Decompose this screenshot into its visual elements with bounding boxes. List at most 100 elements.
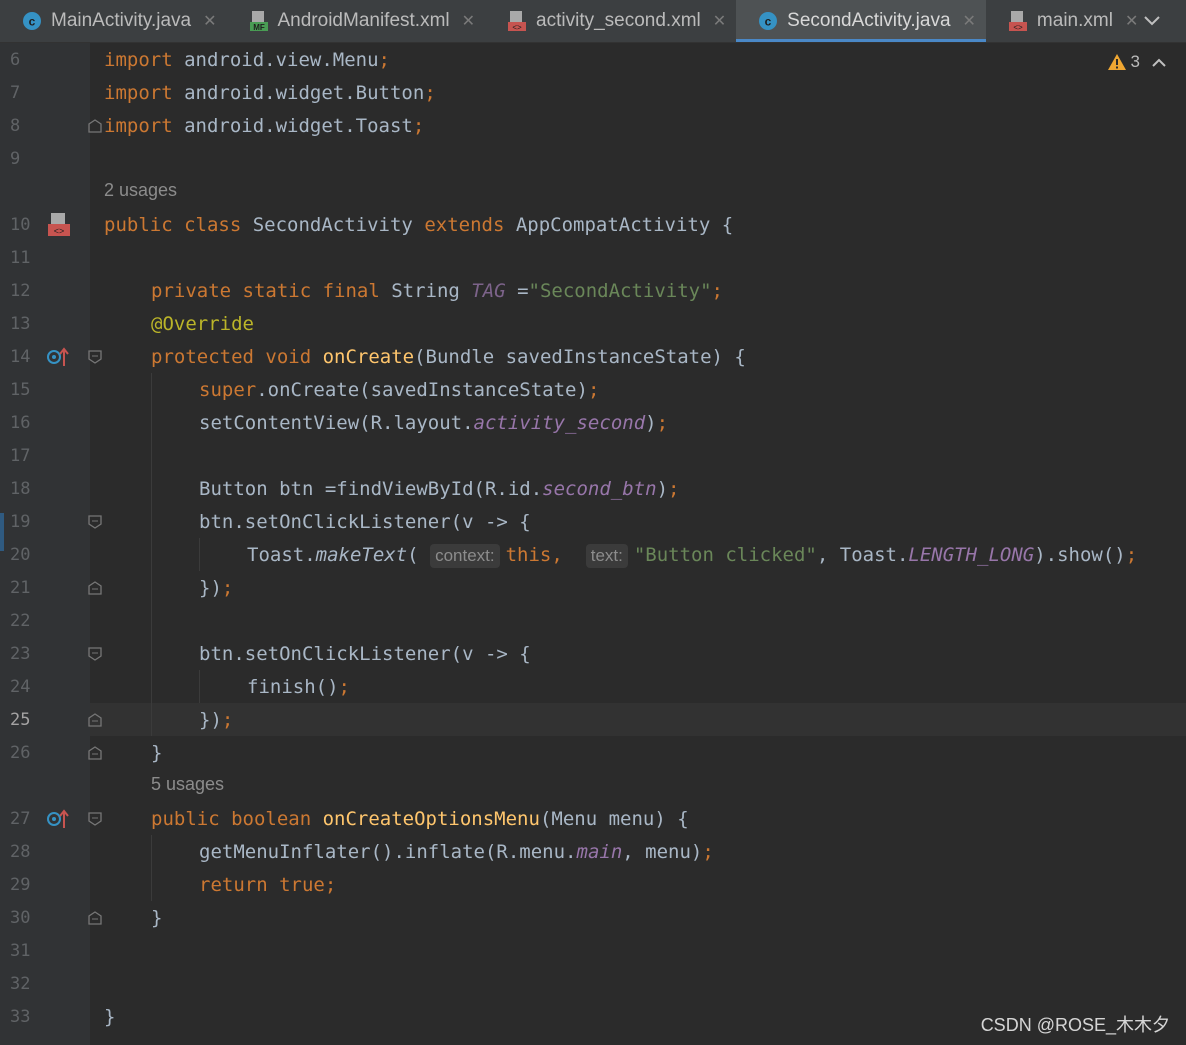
- related-layout-icon[interactable]: <>: [47, 212, 71, 242]
- code-line[interactable]: public boolean onCreateOptionsMenu(Menu …: [151, 803, 689, 836]
- fold-end-icon[interactable]: [88, 118, 102, 133]
- chevron-up-icon[interactable]: [1150, 54, 1168, 72]
- svg-text:c: c: [765, 15, 772, 29]
- code-line[interactable]: }: [151, 737, 162, 770]
- fold-end-icon[interactable]: [88, 745, 102, 760]
- editor-tab-bar: c MainActivity.java ✕ MF AndroidManifest…: [0, 0, 1186, 43]
- line-number: 29: [10, 875, 31, 895]
- layout-xml-icon: <>: [507, 11, 527, 32]
- line-number: 23: [10, 644, 31, 664]
- close-icon[interactable]: ✕: [203, 11, 216, 31]
- watermark: CSDN @ROSE_木木夕: [980, 1015, 1170, 1035]
- code-line-current[interactable]: });: [199, 704, 233, 737]
- tab-main-activity[interactable]: c MainActivity.java ✕: [0, 0, 227, 42]
- chevron-down-icon[interactable]: [1140, 9, 1164, 33]
- indent-guide: [151, 373, 152, 736]
- tab-label: MainActivity.java: [51, 10, 192, 31]
- line-number: 13: [10, 314, 31, 334]
- code-line[interactable]: btn.setOnClickListener(v -> {: [199, 638, 531, 671]
- line-number: 27: [10, 809, 31, 829]
- code-line[interactable]: return true;: [199, 869, 336, 902]
- usages-hint[interactable]: 5 usages: [151, 774, 224, 795]
- code-line[interactable]: Button btn =findViewById(R.id.second_btn…: [199, 473, 679, 506]
- code-line[interactable]: super.onCreate(savedInstanceState);: [199, 374, 599, 407]
- warning-count: 3: [1130, 52, 1140, 71]
- line-number: 20: [10, 545, 31, 565]
- fold-end-icon[interactable]: [88, 910, 102, 925]
- svg-text:<>: <>: [54, 226, 65, 236]
- svg-text:MF: MF: [253, 23, 265, 32]
- line-number: 30: [10, 908, 31, 928]
- code-line[interactable]: }: [151, 902, 162, 935]
- line-number: 12: [10, 281, 31, 301]
- line-number: 15: [10, 380, 31, 400]
- indent-guide: [199, 670, 200, 703]
- code-line[interactable]: @Override: [151, 308, 254, 341]
- tab-label: activity_second.xml: [536, 10, 701, 31]
- line-number: 17: [10, 446, 31, 466]
- line-number: 11: [10, 248, 31, 268]
- line-number: 18: [10, 479, 31, 499]
- close-icon[interactable]: ✕: [462, 11, 475, 31]
- line-number: 19: [10, 512, 31, 532]
- line-number: 31: [10, 941, 31, 961]
- close-icon[interactable]: ✕: [1125, 11, 1138, 31]
- line-number: 24: [10, 677, 31, 697]
- line-number: 28: [10, 842, 31, 862]
- layout-xml-icon: <>: [1008, 11, 1028, 32]
- code-line[interactable]: finish();: [247, 671, 350, 704]
- svg-text:<>: <>: [512, 23, 522, 32]
- tab-main-xml[interactable]: <> main.xml ✕: [986, 0, 1148, 42]
- fold-start-icon[interactable]: [88, 811, 102, 826]
- code-line[interactable]: btn.setOnClickListener(v -> {: [199, 506, 531, 539]
- current-line-highlight: [90, 703, 1186, 736]
- fold-end-icon[interactable]: [88, 712, 102, 727]
- code-line[interactable]: });: [199, 572, 233, 605]
- tab-label: main.xml: [1036, 10, 1113, 31]
- close-icon[interactable]: ✕: [713, 11, 726, 31]
- tab-second-activity[interactable]: c SecondActivity.java ✕: [736, 0, 986, 42]
- usages-hint[interactable]: 2 usages: [104, 180, 177, 201]
- line-number: 26: [10, 743, 31, 763]
- tab-activity-second-xml[interactable]: <> activity_second.xml ✕: [485, 0, 736, 42]
- fold-start-icon[interactable]: [88, 514, 102, 529]
- svg-text:<>: <>: [1013, 23, 1023, 32]
- override-method-icon[interactable]: [46, 346, 70, 372]
- line-number: 9: [10, 149, 21, 169]
- line-number: 21: [10, 578, 31, 598]
- line-number: 32: [10, 974, 31, 994]
- code-line[interactable]: protected void onCreate(Bundle savedInst…: [151, 341, 746, 374]
- warning-icon: [1107, 54, 1126, 70]
- code-line[interactable]: import android.view.Menu;: [104, 44, 390, 77]
- code-line[interactable]: import android.widget.Toast;: [104, 110, 424, 143]
- tab-android-manifest[interactable]: MF AndroidManifest.xml ✕: [227, 0, 486, 42]
- line-number: 6: [10, 50, 21, 70]
- line-number-current: 25: [10, 710, 31, 730]
- fold-start-icon[interactable]: [88, 646, 102, 661]
- indent-guide: [151, 835, 152, 901]
- param-hint: context:: [430, 544, 500, 568]
- line-number: 10: [10, 215, 31, 235]
- code-line[interactable]: import android.widget.Button;: [104, 77, 436, 110]
- code-line[interactable]: private static final String TAG ="Second…: [151, 275, 723, 308]
- code-line[interactable]: }: [104, 1001, 115, 1034]
- line-number: 22: [10, 611, 31, 631]
- close-icon[interactable]: ✕: [963, 11, 976, 31]
- indent-guide: [199, 538, 200, 571]
- code-line[interactable]: Toast.makeText( context: this, text: "Butt…: [247, 539, 1137, 572]
- line-number: 16: [10, 413, 31, 433]
- change-marker: [0, 513, 4, 551]
- fold-end-icon[interactable]: [88, 580, 102, 595]
- code-line[interactable]: public class SecondActivity extends AppC…: [104, 209, 733, 242]
- fold-start-icon[interactable]: [88, 349, 102, 364]
- tab-label: AndroidManifest.xml: [277, 10, 450, 31]
- param-hint: text:: [585, 544, 628, 568]
- override-method-icon[interactable]: [46, 808, 70, 834]
- code-line[interactable]: getMenuInflater().inflate(R.menu.main, m…: [199, 836, 714, 869]
- svg-text:c: c: [29, 15, 36, 29]
- line-number: 7: [10, 83, 21, 103]
- inspection-widget[interactable]: 3: [1107, 52, 1140, 72]
- line-number: 14: [10, 347, 31, 367]
- java-class-icon: c: [758, 11, 778, 31]
- code-line[interactable]: setContentView(R.layout.activity_second)…: [199, 407, 668, 440]
